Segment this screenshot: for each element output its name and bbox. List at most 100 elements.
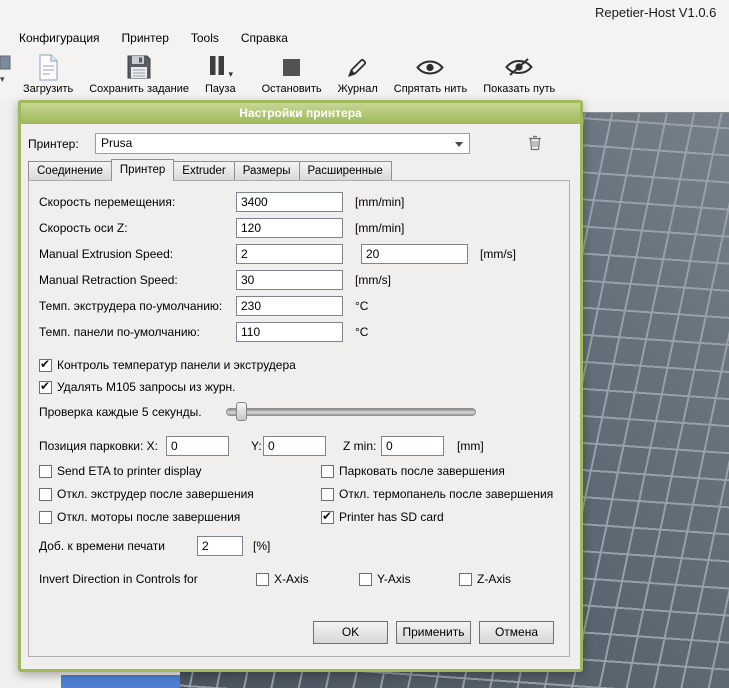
checkbox-send-eta[interactable]: Send ETA to printer display <box>39 463 202 479</box>
checkbox-remove-m105[interactable]: Удалять M105 запросы из журн. <box>39 379 235 395</box>
checkbox-label: Z-Axis <box>477 572 511 586</box>
chevron-down-icon: ▾ <box>0 74 5 85</box>
checkbox-box[interactable] <box>321 465 334 478</box>
document-icon <box>38 52 59 82</box>
extruder-temp-unit: °C <box>355 296 368 316</box>
checkbox-box[interactable] <box>39 511 52 524</box>
checkbox-sd-card[interactable]: Printer has SD card <box>321 509 444 525</box>
menu-printer[interactable]: Принтер <box>111 27 180 49</box>
checkbox-box[interactable] <box>359 573 372 586</box>
check-interval-slider-thumb[interactable] <box>236 402 247 421</box>
delete-printer-button[interactable] <box>528 135 542 154</box>
park-x-input[interactable] <box>166 436 229 456</box>
printer-tab-panel: Скорость перемещения: [mm/min] Скорость … <box>28 180 570 657</box>
stop-icon <box>281 52 302 82</box>
checkbox-invert-z[interactable]: Z-Axis <box>459 571 511 587</box>
toolbar-label: Пауза <box>205 83 236 95</box>
checkbox-bed-off[interactable]: Откл. термопанель после завершения <box>321 486 553 502</box>
manual-retraction-input[interactable] <box>236 270 343 290</box>
pause-icon <box>208 54 226 80</box>
menu-configuration[interactable]: Конфигурация <box>8 27 111 49</box>
manual-retraction-label: Manual Retraction Speed: <box>39 270 178 290</box>
park-unit: [mm] <box>457 436 484 456</box>
toolbar-label: Сохранить задание <box>89 83 189 95</box>
checkbox-box[interactable] <box>39 488 52 501</box>
checkbox-box[interactable] <box>39 359 52 372</box>
z-speed-input[interactable] <box>236 218 343 238</box>
travel-speed-label: Скорость перемещения: <box>39 192 175 212</box>
extruder-temp-input[interactable] <box>236 296 343 316</box>
cancel-button[interactable]: Отмена <box>479 621 554 644</box>
park-y-input[interactable] <box>263 436 326 456</box>
tab-printer[interactable]: Принтер <box>111 159 174 181</box>
checkbox-label: Откл. моторы после завершения <box>57 510 240 524</box>
checkbox-label: Парковать после завершения <box>339 464 505 478</box>
ok-button[interactable]: OK <box>313 621 388 644</box>
add-print-time-unit: [%] <box>253 536 270 556</box>
menu-bar: Конфигурация Принтер Tools Справка <box>0 26 729 50</box>
menu-help[interactable]: Справка <box>230 27 299 49</box>
checkbox-motors-off[interactable]: Откл. моторы после завершения <box>39 509 240 525</box>
chevron-down-icon <box>455 142 463 147</box>
toolbar-label: Спрятать нить <box>394 83 467 95</box>
checkbox-park-after[interactable]: Парковать после завершения <box>321 463 505 479</box>
park-z-input[interactable] <box>381 436 444 456</box>
manual-extrusion-input-2[interactable] <box>361 244 468 264</box>
toolbar-partial-button[interactable]: ▾ <box>0 54 14 94</box>
manual-retraction-unit: [mm/s] <box>355 270 391 290</box>
bed-temp-input[interactable] <box>236 322 343 342</box>
apply-button[interactable]: Применить <box>396 621 471 644</box>
checkbox-label: Удалять M105 запросы из журн. <box>57 380 235 394</box>
extruder-temp-label: Темп. экструдера по-умолчанию: <box>39 296 222 316</box>
tab-connection[interactable]: Соединение <box>28 161 112 180</box>
bed-temp-label: Темп. панели по-умолчанию: <box>39 322 200 342</box>
pause-dropdown-arrow[interactable]: ▾ <box>229 69 234 82</box>
z-speed-label: Скорость оси Z: <box>39 218 128 238</box>
eye-slash-icon <box>504 52 534 82</box>
toolbar-log-button[interactable]: Журнал <box>333 50 383 97</box>
toolbar-save-job-button[interactable]: Сохранить задание <box>84 50 194 97</box>
menu-tools[interactable]: Tools <box>180 27 230 49</box>
toolbar-stop-button[interactable]: Остановить <box>257 50 327 97</box>
checkbox-box[interactable] <box>321 511 334 524</box>
dialog-body: Принтер: Prusa Соединение Принтер Extrud… <box>21 124 580 669</box>
add-print-time-label: Доб. к времени печати <box>39 536 165 556</box>
checkbox-temp-watch[interactable]: Контроль температур панели и экструдера <box>39 357 296 373</box>
toolbar-hide-filament-button[interactable]: Спрятать нить <box>389 50 472 97</box>
manual-extrusion-input-1[interactable] <box>236 244 343 264</box>
toolbar-pause-button[interactable]: ▾ Пауза <box>200 50 241 97</box>
checkbox-box[interactable] <box>39 465 52 478</box>
add-print-time-input[interactable] <box>197 536 243 556</box>
tab-extruder[interactable]: Extruder <box>173 161 234 180</box>
toolbar-load-button[interactable]: Загрузить <box>18 50 78 97</box>
manual-extrusion-unit: [mm/s] <box>480 244 516 264</box>
checkbox-box[interactable] <box>459 573 472 586</box>
manual-extrusion-label: Manual Extrusion Speed: <box>39 244 173 264</box>
travel-speed-input[interactable] <box>236 192 343 212</box>
park-y-label: Y: <box>251 436 262 456</box>
printer-label: Принтер: <box>28 134 79 154</box>
dialog-titlebar[interactable]: Настройки принтера <box>21 103 580 124</box>
toolbar-label: Показать путь <box>483 83 555 95</box>
park-position-label: Позиция парковки: X: <box>39 436 158 456</box>
tab-dimensions[interactable]: Размеры <box>234 161 300 180</box>
printer-select-value: Prusa <box>101 136 132 150</box>
travel-speed-unit: [mm/min] <box>355 192 404 212</box>
checkbox-invert-x[interactable]: X-Axis <box>256 571 309 587</box>
checkbox-box[interactable] <box>256 573 269 586</box>
checkbox-invert-y[interactable]: Y-Axis <box>359 571 411 587</box>
background-blue-strip <box>61 675 180 688</box>
check-interval-slider-track[interactable] <box>226 408 476 416</box>
printer-select[interactable]: Prusa <box>95 133 470 154</box>
toolbar-label: Журнал <box>338 83 378 95</box>
checkbox-box[interactable] <box>321 488 334 501</box>
tab-advanced[interactable]: Расширенные <box>299 161 392 180</box>
toolbar-show-travel-button[interactable]: Показать путь <box>478 50 560 97</box>
toolbar-label: Остановить <box>262 83 322 95</box>
checkbox-box[interactable] <box>39 381 52 394</box>
toolbar-label: Загрузить <box>23 83 73 95</box>
window-title: Repetier-Host V1.0.6 <box>595 5 716 20</box>
settings-tabs: Соединение Принтер Extruder Размеры Расш… <box>28 160 391 180</box>
checkbox-label: Откл. экструдер после завершения <box>57 487 254 501</box>
checkbox-extruder-off[interactable]: Откл. экструдер после завершения <box>39 486 254 502</box>
